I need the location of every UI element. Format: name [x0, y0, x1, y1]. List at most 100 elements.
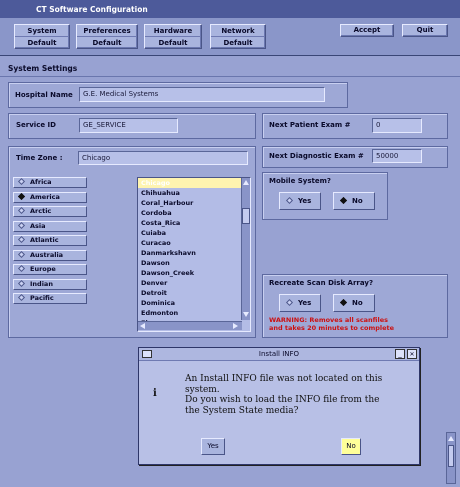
mobile-no-button[interactable]: No — [333, 192, 375, 210]
radio-off-icon — [285, 196, 294, 205]
region-radio-australia[interactable]: Australia — [13, 249, 87, 261]
region-radio-indian[interactable]: Indian — [13, 278, 87, 290]
radio-off-icon — [17, 264, 26, 273]
network-button[interactable]: Network Default — [210, 24, 266, 49]
dialog-message-1: An Install INFO file was not located on … — [185, 374, 383, 395]
next-diag-label: Next Diagnostic Exam # — [269, 152, 364, 160]
city-list-item[interactable]: Dawson — [138, 258, 250, 268]
city-list-item[interactable]: Cuiaba — [138, 228, 250, 238]
hospital-label: Hospital Name — [15, 91, 73, 99]
scroll-left-icon[interactable] — [140, 323, 145, 329]
radio-on-icon — [339, 298, 348, 307]
region-radio-america[interactable]: America — [13, 191, 87, 203]
scroll-thumb[interactable] — [242, 208, 250, 224]
region-radio-arctic[interactable]: Arctic — [13, 206, 87, 217]
recreate-yes-label: Yes — [298, 299, 312, 307]
warning-line-1: WARNING: Removes all scanfiles — [269, 316, 389, 324]
scroll-up-icon[interactable] — [243, 180, 249, 185]
scroll-right-icon[interactable] — [233, 323, 238, 329]
dialog-no-button[interactable]: No — [341, 438, 361, 455]
region-radio-atlantic[interactable]: Atlantic — [13, 235, 87, 246]
scroll-up-icon[interactable] — [448, 436, 454, 441]
city-list-item[interactable]: Chihuahua — [138, 188, 250, 198]
region-radio-asia[interactable]: Asia — [13, 220, 87, 232]
divider — [0, 76, 460, 77]
region-radio-europe[interactable]: Europe — [13, 264, 87, 275]
recreate-yes-button[interactable]: Yes — [279, 294, 321, 312]
timezone-field[interactable]: Chicago — [78, 151, 248, 165]
next-patient-label: Next Patient Exam # — [269, 121, 351, 129]
city-list-hscrollbar[interactable] — [138, 321, 242, 330]
recreate-label: Recreate Scan Disk Array? — [269, 279, 373, 287]
hardware-button[interactable]: Hardware Default — [144, 24, 202, 49]
hardware-button-label: Hardware — [145, 25, 201, 37]
radio-on-icon — [17, 192, 26, 200]
city-list-item[interactable]: Dawson_Creek — [138, 268, 250, 278]
system-button-label: System — [15, 25, 69, 37]
dialog-message-2: Do you wish to load the INFO file from t… — [185, 395, 380, 405]
city-list-item[interactable]: Curacao — [138, 238, 250, 248]
network-button-label: Network — [211, 25, 265, 37]
mobile-yes-button[interactable]: Yes — [279, 192, 321, 210]
window-title: CT Software Configuration — [0, 0, 460, 18]
scroll-down-icon[interactable] — [243, 312, 249, 317]
city-list-item[interactable]: Detroit — [138, 288, 250, 298]
preferences-button-sub: Default — [92, 39, 122, 47]
region-radio-africa[interactable]: Africa — [13, 177, 87, 188]
radio-off-icon — [17, 250, 26, 258]
city-list-item[interactable]: Denver — [138, 278, 250, 288]
accept-button[interactable]: Accept — [340, 24, 394, 37]
radio-off-icon — [285, 298, 294, 307]
install-info-dialog: Install INFO _ ✕ i An Install INFO file … — [138, 347, 420, 465]
network-button-sub: Default — [223, 39, 253, 47]
region-label: America — [30, 192, 60, 201]
page-vscrollbar[interactable] — [446, 432, 456, 484]
dialog-titlebar: Install INFO _ ✕ — [139, 348, 419, 361]
region-label: Australia — [30, 250, 64, 259]
next-diag-field[interactable]: 50000 — [372, 149, 422, 163]
scroll-thumb[interactable] — [448, 445, 454, 467]
city-list-item[interactable]: Chicago — [138, 178, 250, 188]
mobile-label: Mobile System? — [269, 177, 331, 185]
section-title: System Settings — [8, 64, 78, 73]
radio-off-icon — [17, 235, 26, 244]
recreate-no-label: No — [352, 299, 363, 307]
region-label: Arctic — [30, 207, 52, 215]
radio-off-icon — [17, 279, 26, 287]
quit-button[interactable]: Quit — [402, 24, 448, 37]
mobile-no-label: No — [352, 197, 363, 205]
city-items: Chicago Chihuahua Coral_Harbour Cordoba Cost… — [138, 178, 250, 328]
radio-off-icon — [17, 293, 26, 302]
region-label: Asia — [30, 221, 46, 230]
preferences-button[interactable]: Preferences Default — [76, 24, 138, 49]
city-list-item[interactable]: Coral_Harbour — [138, 198, 250, 208]
radio-off-icon — [17, 206, 26, 215]
city-list-item[interactable]: Dominica — [138, 298, 250, 308]
radio-on-icon — [339, 196, 348, 205]
city-list-item[interactable]: Cordoba — [138, 208, 250, 218]
dialog-yes-button[interactable]: Yes — [201, 438, 225, 455]
city-list-item[interactable]: Danmarkshavn — [138, 248, 250, 258]
region-label: Africa — [30, 178, 52, 186]
city-list-item[interactable]: Costa_Rica — [138, 218, 250, 228]
radio-off-icon — [17, 177, 26, 186]
region-label: Indian — [30, 279, 53, 288]
window-menu-icon[interactable] — [142, 350, 152, 358]
info-icon: i — [153, 388, 157, 399]
minimize-icon[interactable]: _ — [395, 349, 405, 359]
next-patient-field[interactable]: 0 — [372, 118, 422, 133]
city-list-vscrollbar[interactable] — [241, 178, 250, 320]
city-list-item[interactable]: Edmonton — [138, 308, 250, 318]
system-button[interactable]: System Default — [14, 24, 70, 49]
warning-line-2: and takes 20 minutes to complete — [269, 324, 395, 332]
preferences-button-label: Preferences — [77, 25, 137, 37]
timezone-label: Time Zone : — [16, 154, 63, 162]
city-list[interactable]: Chicago Chihuahua Coral_Harbour Cordoba Cost… — [137, 177, 251, 332]
dialog-title: Install INFO — [258, 350, 300, 358]
hospital-name-field[interactable]: G.E. Medical Systems — [79, 87, 325, 102]
recreate-no-button[interactable]: No — [333, 294, 375, 312]
close-icon[interactable]: ✕ — [407, 349, 417, 359]
service-id-field[interactable]: GE_SERVICE — [79, 118, 178, 133]
hardware-button-sub: Default — [158, 39, 188, 47]
region-radio-pacific[interactable]: Pacific — [13, 293, 87, 304]
